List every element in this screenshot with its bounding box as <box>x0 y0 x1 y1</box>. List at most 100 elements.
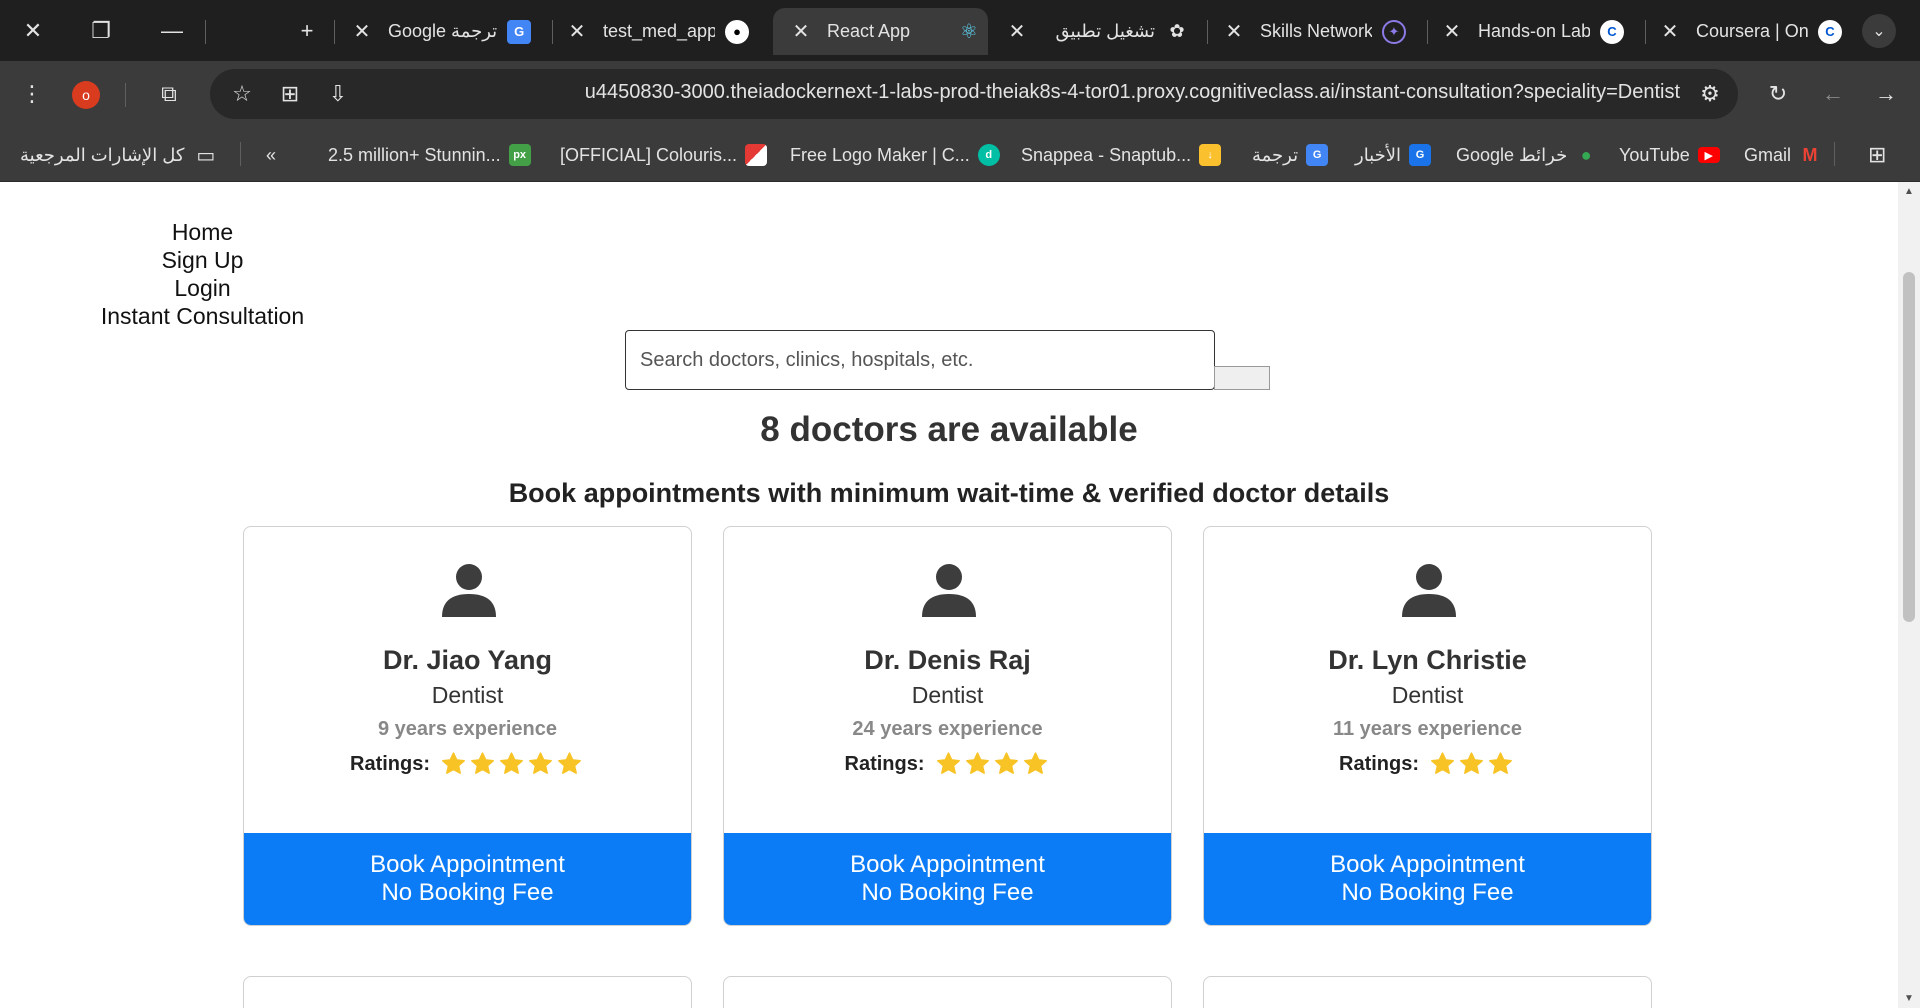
url-text[interactable]: u4450830-3000.theiadockernext-1-labs-pro… <box>585 81 1680 104</box>
site-settings-icon[interactable]: ⚙ <box>1694 78 1726 110</box>
github-icon: ● <box>725 19 749 44</box>
react-icon: ⚛ <box>960 21 978 43</box>
browser-toolbar: ⋮ o ⧉ ☆ ⊞ ⇩ u4450830-3000.theiadockernex… <box>0 61 1920 127</box>
px-icon: px <box>508 144 531 166</box>
nav-instant-consultation-link[interactable]: Instant Consultation <box>90 302 315 330</box>
address-bar[interactable]: ☆ ⊞ ⇩ u4450830-3000.theiadockernext-1-la… <box>210 69 1738 119</box>
doctor-name: Dr. Lyn Christie <box>1328 645 1527 675</box>
rating-stars <box>1429 751 1516 777</box>
minimize-window-icon[interactable]: — <box>155 14 189 48</box>
openai-icon: ✿ <box>1169 21 1185 41</box>
doctor-experience: 11 years experience <box>1332 718 1523 740</box>
star-icon <box>1489 752 1512 774</box>
profile-avatar[interactable]: o <box>72 81 100 109</box>
rating-stars <box>440 751 585 777</box>
tab-google-translate[interactable]: ✕ Google ترجمة G <box>350 8 545 55</box>
bookmarks-overflow-icon[interactable]: « <box>266 141 276 169</box>
snappea-icon: ↓ <box>1199 144 1222 166</box>
doctor-name: Dr. Denis Raj <box>864 645 1031 675</box>
new-tab-icon[interactable]: + <box>290 14 324 48</box>
search-button[interactable] <box>1214 366 1270 390</box>
nav-login-link[interactable]: Login <box>90 274 315 302</box>
star-icon <box>936 752 960 774</box>
tab-coursera[interactable]: ✕ Coursera | Onl C <box>1658 8 1853 55</box>
reload-icon[interactable]: ↻ <box>1762 78 1794 110</box>
close-tab-icon[interactable]: ✕ <box>350 19 374 44</box>
doctor-name: Dr. Jiao Yang <box>382 645 553 675</box>
tab-hands-on-lab[interactable]: ✕ Hands-on Lab C <box>1440 8 1635 55</box>
google-maps-icon: ● <box>1580 144 1592 165</box>
bookmark-px[interactable]: 2.5 million+ Stunnin... px <box>328 141 531 169</box>
close-tab-icon[interactable]: ✕ <box>565 19 589 44</box>
skills-network-icon: ✦ <box>1382 19 1406 44</box>
nav-signup-link[interactable]: Sign Up <box>90 246 315 274</box>
nav-menu: Home Sign Up Login Instant Consultation <box>90 218 315 330</box>
doctor-card <box>1203 976 1652 1008</box>
logo-maker-icon: d <box>977 144 1000 166</box>
ratings-label: Ratings: <box>350 752 430 775</box>
star-icon <box>1023 752 1047 774</box>
close-tab-icon[interactable]: ✕ <box>1222 19 1246 44</box>
tab-skills-network[interactable]: ✕ Skills Network ✦ <box>1222 8 1417 55</box>
book-appointment-button[interactable]: Book Appointment No Booking Fee <box>1204 833 1651 925</box>
page-scrollbar[interactable]: ▲ ▼ <box>1898 182 1920 1008</box>
close-tab-icon[interactable]: ✕ <box>789 19 813 44</box>
tab-test-med-app[interactable]: ✕ test_med_app ● <box>565 8 755 55</box>
star-icon <box>500 752 523 774</box>
translate-page-icon[interactable]: ⊞ <box>274 78 306 110</box>
scroll-down-arrow-icon[interactable]: ▼ <box>1903 993 1915 1004</box>
bookmarks-bar: كل الإشارات المرجعية ▭ « 2.5 million+ St… <box>0 127 1920 182</box>
close-tab-icon[interactable]: ✕ <box>1440 19 1464 44</box>
rating-stars <box>935 751 1051 777</box>
star-icon <box>442 752 465 774</box>
apps-grid-icon[interactable]: ⊞ <box>1868 141 1886 169</box>
doctor-speciality: Dentist <box>911 682 984 708</box>
restore-window-icon[interactable]: ❐ <box>84 14 118 48</box>
bookmark-maps[interactable]: Google خرائط ● <box>1456 141 1597 169</box>
menu-dots-icon[interactable]: ⋮ <box>16 78 48 110</box>
scroll-up-arrow-icon[interactable]: ▲ <box>1903 186 1915 197</box>
doctor-card: Dr. Jiao Yang Dentist 9 years experience… <box>243 526 692 926</box>
close-tab-icon[interactable]: ✕ <box>1005 19 1029 44</box>
close-tab-icon[interactable]: ✕ <box>1658 19 1682 44</box>
doctor-experience: 24 years experience <box>852 718 1043 740</box>
close-window-icon[interactable]: ✕ <box>16 14 50 48</box>
search-input[interactable] <box>625 330 1215 390</box>
doctor-card: Dr. Lyn Christie Dentist 11 years experi… <box>1203 526 1652 926</box>
bookmark-logo-maker[interactable]: Free Logo Maker | C... d <box>790 141 1000 169</box>
bookmark-snappea[interactable]: Snappea - Snaptub... ↓ <box>1021 141 1222 169</box>
bookmark-gmail[interactable]: Gmail M <box>1744 141 1821 169</box>
tab-strip: ✕ ❐ — + ✕ Google ترجمة G ✕ test_med_app … <box>0 0 1920 61</box>
colouris-icon <box>745 144 768 166</box>
user-avatar-icon <box>922 564 976 617</box>
web-page: Home Sign Up Login Instant Consultation … <box>0 182 1898 1008</box>
bookmark-star-icon[interactable]: ☆ <box>226 78 258 110</box>
forward-icon[interactable]: → <box>1870 78 1902 110</box>
google-news-icon: G <box>1409 144 1432 166</box>
tab-openai[interactable]: ✕ تشغيل تطبيق ✿ <box>1005 8 1195 55</box>
google-translate-icon: G <box>507 19 532 44</box>
bookmark-news[interactable]: الأخبار G <box>1355 141 1432 169</box>
book-appointment-button[interactable]: Book Appointment No Booking Fee <box>724 833 1171 925</box>
coursera-icon: C <box>1818 19 1842 44</box>
gmail-icon: M <box>1802 144 1818 165</box>
back-icon[interactable]: ← <box>1817 78 1849 110</box>
user-avatar-icon <box>1402 564 1456 617</box>
bookmark-colouris[interactable]: [OFFICIAL] Colouris... <box>560 141 768 169</box>
book-appointment-button[interactable]: Book Appointment No Booking Fee <box>244 833 691 925</box>
all-bookmarks[interactable]: كل الإشارات المرجعية ▭ <box>20 141 215 169</box>
youtube-icon: ▶ <box>1697 147 1720 163</box>
bookmark-youtube[interactable]: YouTube ▶ <box>1619 141 1720 169</box>
nav-home-link[interactable]: Home <box>90 218 315 246</box>
scrollbar-thumb[interactable] <box>1903 272 1915 622</box>
browser-window: ✕ ❐ — + ✕ Google ترجمة G ✕ test_med_app … <box>0 0 1920 1008</box>
star-icon <box>471 752 494 774</box>
extensions-icon[interactable]: ⧉ <box>153 78 185 110</box>
install-app-icon[interactable]: ⇩ <box>322 78 354 110</box>
tab-search-chevron-icon[interactable]: ⌄ <box>1862 14 1896 48</box>
bookmark-translate[interactable]: ترجمة G <box>1252 141 1329 169</box>
star-icon <box>1460 752 1483 774</box>
tab-react-app[interactable]: ✕ React App ⚛ <box>773 8 988 55</box>
booking-subtitle: Book appointments with minimum wait-time… <box>508 478 1390 508</box>
doctor-ratings: Ratings: <box>724 751 1171 777</box>
